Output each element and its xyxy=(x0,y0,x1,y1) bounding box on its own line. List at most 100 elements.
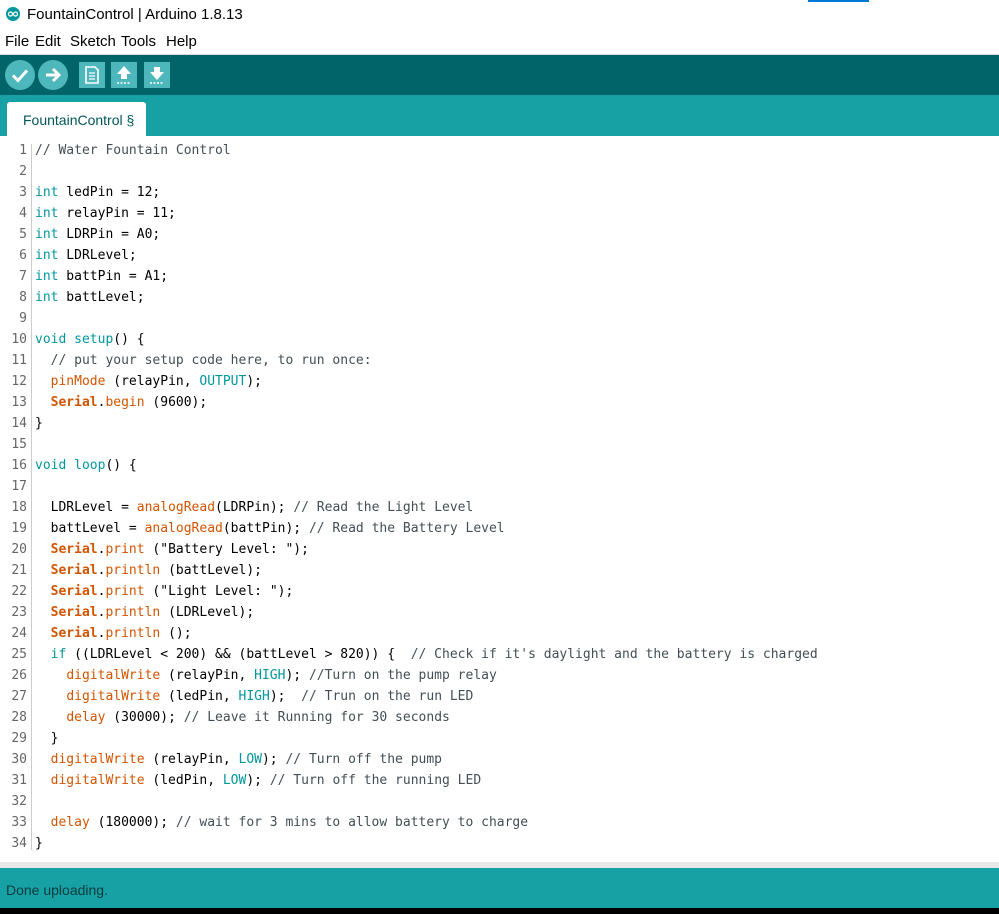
code-token: LOW xyxy=(238,752,262,767)
menu-bar: File Edit Sketch Tools Help xyxy=(0,29,999,55)
console-area xyxy=(0,908,999,914)
code-line: 34} xyxy=(0,833,999,854)
code-token: // Read the Light Level xyxy=(293,500,474,515)
menu-sketch[interactable]: Sketch xyxy=(70,33,116,50)
code-line: 11 // put your setup code here, to run o… xyxy=(0,350,999,371)
open-button[interactable] xyxy=(111,62,137,88)
code-token: digitalWrite xyxy=(66,689,161,704)
line-number: 7 xyxy=(19,269,27,284)
code-text: delay (180000); // wait for 3 mins to al… xyxy=(35,812,528,833)
code-token: Serial xyxy=(50,584,98,599)
tab-label: FountainControl § xyxy=(23,112,135,128)
code-token: println xyxy=(105,626,161,641)
code-token: } xyxy=(35,416,43,431)
line-number: 16 xyxy=(11,458,27,473)
code-token: battLevel = xyxy=(35,521,145,536)
line-number: 21 xyxy=(11,563,27,578)
line-number: 12 xyxy=(11,374,27,389)
code-editor[interactable]: 1// Water Fountain Control 2 3 int ledPin =… xyxy=(0,136,999,862)
code-text: int LDRLevel; xyxy=(35,245,137,266)
code-text: // Water Fountain Control xyxy=(35,140,231,161)
code-token: int xyxy=(35,269,59,284)
code-token: int xyxy=(35,248,59,263)
code-line: 21 Serial.println (battLevel); xyxy=(0,560,999,581)
menu-edit[interactable]: Edit xyxy=(35,33,61,50)
tab-fountaincontrol[interactable]: FountainControl § xyxy=(7,102,146,136)
line-number: 24 xyxy=(11,626,27,641)
code-token: battLevel; xyxy=(58,290,145,305)
window-title: FountainControl | Arduino 1.8.13 xyxy=(27,6,243,23)
save-button[interactable] xyxy=(144,62,170,88)
upload-icon xyxy=(46,67,62,83)
tab-strip: FountainControl § xyxy=(0,95,999,136)
code-line: 22 Serial.print ("Light Level: "); xyxy=(0,581,999,602)
code-token: begin xyxy=(105,395,145,410)
code-token: //Turn on the pump relay xyxy=(308,668,497,683)
code-token: } xyxy=(35,731,59,746)
code-text: digitalWrite (ledPin, LOW); // Turn off … xyxy=(35,770,482,791)
code-token: loop xyxy=(74,458,106,473)
code-line: 10 void setup() { xyxy=(0,329,999,350)
code-token: analogRead xyxy=(144,521,223,536)
new-button[interactable] xyxy=(79,62,105,88)
new-icon xyxy=(85,66,99,84)
code-text: Serial.println (LDRLevel); xyxy=(35,602,255,623)
code-text: } xyxy=(35,833,43,854)
code-token: Serial xyxy=(50,605,98,620)
menu-help[interactable]: Help xyxy=(166,33,197,50)
status-bar: Done uploading. xyxy=(0,868,999,908)
code-line: 13 Serial.begin (9600); xyxy=(0,392,999,413)
line-number: 10 xyxy=(11,332,27,347)
line-number: 4 xyxy=(19,206,27,221)
code-line: 28 delay (30000); // Leave it Running fo… xyxy=(0,707,999,728)
code-line: 7 int battPin = A1; xyxy=(0,266,999,287)
line-number: 8 xyxy=(19,290,27,305)
code-token: if xyxy=(50,647,67,662)
code-token: digitalWrite xyxy=(50,752,145,767)
code-line: 25 if ((LDRLevel < 200) && (battLevel > … xyxy=(0,644,999,665)
code-line: 5 int LDRPin = A0; xyxy=(0,224,999,245)
code-token: ((LDRLevel < 200) && (battLevel > 820)) … xyxy=(66,647,411,662)
code-token: HIGH xyxy=(238,689,270,704)
code-text: delay (30000); // Leave it Running for 3… xyxy=(35,707,450,728)
code-token: OUTPUT xyxy=(199,374,247,389)
code-line: 2 xyxy=(0,161,999,182)
code-token: (30000); xyxy=(105,710,184,725)
code-token: LDRLevel = xyxy=(35,500,137,515)
line-number: 28 xyxy=(11,710,27,725)
line-number: 33 xyxy=(11,815,27,830)
line-number: 5 xyxy=(19,227,27,242)
line-number: 19 xyxy=(11,521,27,536)
code-line: 26 digitalWrite (relayPin, HIGH); //Turn… xyxy=(0,665,999,686)
line-number: 1 xyxy=(19,143,27,158)
verify-icon xyxy=(11,69,29,83)
code-text: digitalWrite (ledPin, HIGH); // Trun on … xyxy=(35,686,473,707)
code-token: delay xyxy=(66,710,106,725)
code-token: // Read the Battery Level xyxy=(308,521,505,536)
code-token: () { xyxy=(113,332,145,347)
code-line: 32 xyxy=(0,791,999,812)
code-token: ("Light Level: "); xyxy=(144,584,294,599)
code-line: 20 Serial.print ("Battery Level: "); xyxy=(0,539,999,560)
code-token: LDRLevel; xyxy=(58,248,137,263)
menu-tools[interactable]: Tools xyxy=(121,33,156,50)
code-line: 19 battLevel = analogRead(battPin); // R… xyxy=(0,518,999,539)
code-token: (ledPin, xyxy=(160,689,239,704)
code-token: ); xyxy=(246,773,270,788)
code-text: } xyxy=(35,728,59,749)
upload-button[interactable] xyxy=(38,60,68,90)
line-number: 13 xyxy=(11,395,27,410)
verify-button[interactable] xyxy=(5,60,35,90)
code-line: 33 delay (180000); // wait for 3 mins to… xyxy=(0,812,999,833)
menu-file[interactable]: File xyxy=(5,33,29,50)
line-number: 9 xyxy=(19,311,27,326)
code-token: int xyxy=(35,290,59,305)
save-icon xyxy=(150,67,164,84)
code-token: // Leave it Running for 30 seconds xyxy=(183,710,450,725)
